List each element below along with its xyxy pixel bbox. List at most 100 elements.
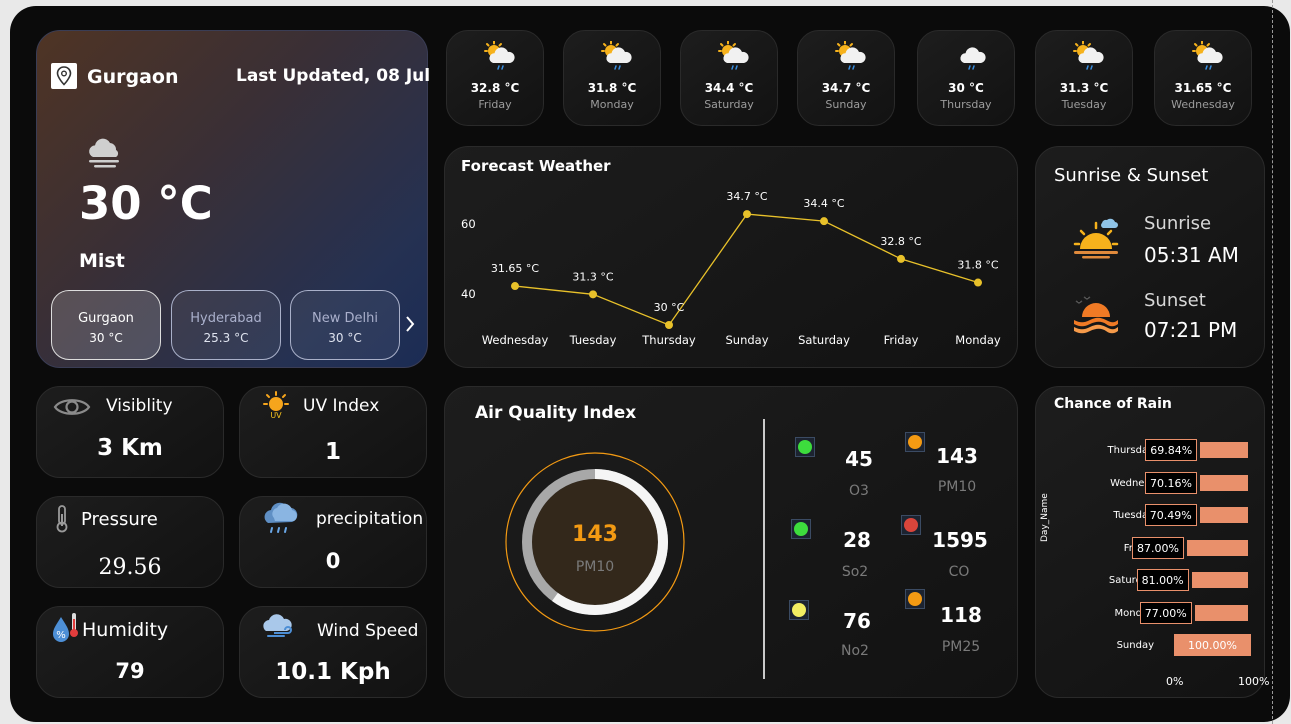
rain-x-min: 0% <box>1166 675 1184 688</box>
day-temp: 30 °C <box>948 81 984 95</box>
pollutant-status-icon <box>901 515 921 535</box>
pollutant-name: PM25 <box>941 639 981 655</box>
last-updated: Last Updated, 08 Jul <box>236 66 431 86</box>
chevron-right-icon[interactable] <box>404 314 416 338</box>
pollutant-value: 28 <box>843 528 871 552</box>
city-pill-temp: 25.3 °C <box>203 331 249 345</box>
rain-bar <box>1199 474 1248 491</box>
forecast-point <box>665 321 673 329</box>
sunrise-time: 05:31 AM <box>1144 243 1239 267</box>
humidity-label: Humidity <box>82 619 169 641</box>
day-card[interactable]: 31.3 °C Tuesday <box>1035 30 1133 126</box>
city-pill-new-delhi[interactable]: New Delhi 30 °C <box>290 290 400 360</box>
aqi-title: Air Quality Index <box>475 403 637 423</box>
forecast-point <box>974 278 982 287</box>
rain-bar <box>1199 507 1248 523</box>
day-temp: 34.7 °C <box>821 81 871 95</box>
partly-cloudy-rain-icon <box>483 40 517 75</box>
rain-data-label: 87.00% <box>1132 536 1184 559</box>
pollutant-value: 118 <box>940 603 982 627</box>
city-name: Gurgaon <box>87 66 179 88</box>
day-name: Friday <box>478 98 512 111</box>
pressure-value: 29.56 <box>98 555 162 580</box>
pollutant-value: 76 <box>843 609 871 633</box>
rain-bar <box>1191 572 1248 588</box>
forecast-point <box>820 217 828 226</box>
precipitation-value: 0 <box>325 549 341 573</box>
rain-data-label: 77.00% <box>1139 601 1192 624</box>
rain-x-max: 100% <box>1238 675 1270 688</box>
rain-bar <box>1200 442 1248 458</box>
rain-category-label: Sunday <box>1116 640 1154 651</box>
day-name: Monday <box>590 98 634 111</box>
uv-sun-icon: UV <box>262 391 290 423</box>
forecast-point <box>897 254 905 263</box>
day-card[interactable]: 31.65 °C Wednesday <box>1154 30 1252 126</box>
city-pill-temp: 30 °C <box>89 331 123 345</box>
partly-cloudy-rain-icon <box>834 40 868 75</box>
visibility-card: Visiblity 3 Km <box>36 386 224 478</box>
city-pill-hyderabad[interactable]: Hyderabad 25.3 °C <box>171 290 281 360</box>
current-weather-card: Gurgaon Last Updated, 08 Jul 30 °C Mist … <box>36 30 431 368</box>
rain-cloud-icon <box>260 501 300 541</box>
wind-speed-label: Wind Speed <box>317 621 419 641</box>
eye-icon <box>53 395 91 423</box>
humidity-drop-icon: % <box>49 611 81 649</box>
forecast-x-tick: Tuesday <box>569 333 617 347</box>
weather-condition: Mist <box>79 250 125 272</box>
day-card[interactable]: 32.8 °C Friday <box>446 30 544 126</box>
day-name: Sunday <box>825 98 867 111</box>
forecast-x-tick: Wednesday <box>482 333 549 347</box>
forecast-data-label: 34.7 °C <box>726 190 767 203</box>
forecast-y-tick: 60 <box>461 217 476 231</box>
day-card[interactable]: 34.4 °C Saturday <box>680 30 778 126</box>
day-card[interactable]: 30 °C Thursday <box>917 30 1015 126</box>
pollutant-name: No2 <box>841 643 869 659</box>
air-quality-card: Air Quality Index 143 PM10 45 O3 143 PM10 28… <box>444 386 1018 698</box>
forecast-x-tick: Friday <box>884 333 919 347</box>
wind-cloud-icon <box>260 613 298 643</box>
day-name: Tuesday <box>1061 98 1107 111</box>
forecast-data-label: 30 °C <box>654 301 685 314</box>
day-card[interactable]: 31.8 °C Monday <box>563 30 661 126</box>
forecast-x-tick: Saturday <box>798 333 850 347</box>
wind-speed-card: Wind Speed 10.1 Kph <box>239 606 427 698</box>
day-card[interactable]: 34.7 °C Sunday <box>797 30 895 126</box>
rain-data-label: 70.16% <box>1144 471 1197 494</box>
pressure-label: Pressure <box>81 509 158 530</box>
forecast-point <box>511 282 519 291</box>
svg-text:UV: UV <box>270 411 282 419</box>
pollutant-name: CO <box>948 564 970 580</box>
rain-data-label: 70.49% <box>1144 504 1197 526</box>
precipitation-card: precipitation 0 <box>239 496 427 588</box>
city-pill-name: Hyderabad <box>190 311 262 326</box>
forecast-data-label: 32.8 °C <box>880 235 921 248</box>
forecast-x-tick: Thursday <box>641 333 696 347</box>
canvas-edge <box>1272 0 1291 724</box>
forecast-x-tick: Sunday <box>725 333 768 347</box>
city-pill-gurgaon[interactable]: Gurgaon 30 °C <box>51 290 161 360</box>
rain-data-label: 100.00% <box>1174 634 1251 656</box>
wind-speed-value: 10.1 Kph <box>275 659 391 685</box>
day-temp: 31.8 °C <box>587 81 637 95</box>
city-pill-name: Gurgaon <box>78 311 134 326</box>
forecast-point <box>743 210 751 219</box>
uv-label: UV Index <box>303 396 380 416</box>
forecast-weather-card: Forecast Weather 31.65 °C Wednesday 31.3 °… <box>444 146 1018 368</box>
rain-title: Chance of Rain <box>1054 396 1172 412</box>
rain-axis-title: Day_Name <box>1040 493 1050 542</box>
partly-cloudy-rain-icon <box>1191 40 1225 75</box>
svg-text:%: % <box>56 630 66 641</box>
precipitation-label: precipitation <box>316 509 424 529</box>
mist-cloud-icon <box>85 137 123 173</box>
forecast-line-chart: 31.65 °C Wednesday 31.3 °C Tuesday 30 °C Thur… <box>461 190 1001 347</box>
sunrise-sunset-card: Sunrise & Sunset Sunrise 05:31 AM Sunset… <box>1035 146 1265 368</box>
cloud-rain-icon <box>954 41 988 75</box>
thermometer-icon <box>55 505 69 537</box>
aqi-divider <box>763 419 765 679</box>
pollutant-status-icon <box>789 600 809 620</box>
forecast-data-label: 31.8 °C <box>957 259 998 272</box>
pollutant-value: 1595 <box>932 528 988 552</box>
pollutant-status-icon <box>795 437 815 457</box>
day-temp: 31.3 °C <box>1059 81 1109 95</box>
